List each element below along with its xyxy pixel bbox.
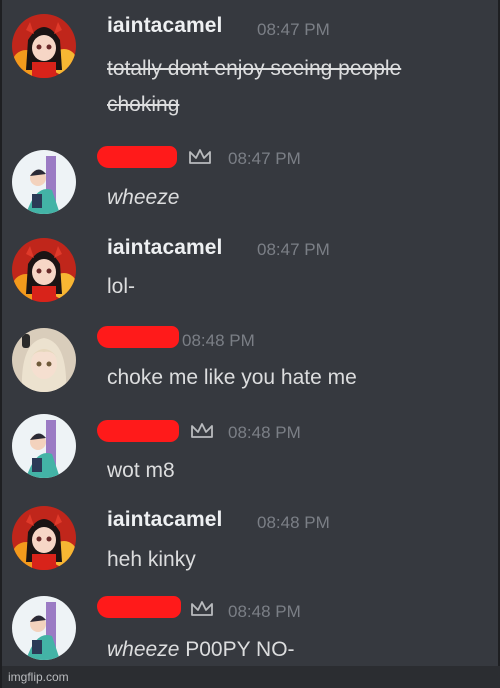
message-text: wot m8 — [107, 459, 175, 482]
redacted-username — [97, 326, 179, 348]
message-text-italic: wheeze — [107, 638, 180, 661]
timestamp: 08:47 PM — [257, 20, 330, 39]
message-text: choke me like you hate me — [107, 366, 357, 389]
redacted-username — [97, 146, 177, 168]
timestamp: 08:48 PM — [182, 331, 255, 350]
message-text: heh kinky — [107, 548, 196, 571]
timestamp: 08:48 PM — [228, 423, 301, 442]
user-avatar-blonde[interactable] — [12, 328, 76, 392]
username[interactable]: iaintacamel — [107, 508, 223, 532]
username[interactable]: iaintacamel — [107, 14, 223, 38]
username[interactable]: iaintacamel — [107, 236, 223, 260]
user-avatar-couple[interactable] — [12, 596, 76, 660]
message-text-line-1: totally dont enjoy seeing people — [107, 57, 402, 80]
timestamp: 08:48 PM — [257, 513, 330, 532]
message-text: wheeze P00PY NO- — [107, 634, 295, 666]
timestamp: 08:47 PM — [257, 240, 330, 259]
message-text-rest: P00PY NO- — [179, 638, 295, 661]
user-avatar-devil[interactable] — [12, 506, 76, 570]
chat-window: iaintacamel 08:47 PM totally dont enjoy … — [0, 0, 500, 688]
message-text: wheeze — [107, 186, 180, 209]
crown-icon — [189, 598, 215, 620]
timestamp: 08:47 PM — [228, 149, 301, 168]
message-text: lol- — [107, 275, 136, 298]
watermark-text: imgflip.com — [8, 670, 69, 684]
user-avatar-couple[interactable] — [12, 414, 76, 478]
watermark: imgflip.com — [2, 666, 500, 688]
crown-icon — [187, 146, 213, 168]
user-avatar-couple[interactable] — [12, 150, 76, 214]
message-text-line-2: choking — [107, 93, 180, 116]
redacted-username — [97, 596, 181, 618]
user-avatar-devil[interactable] — [12, 14, 76, 78]
redacted-username — [97, 420, 179, 442]
crown-icon — [189, 420, 215, 442]
user-avatar-devil[interactable] — [12, 238, 76, 302]
timestamp: 08:48 PM — [228, 602, 301, 621]
